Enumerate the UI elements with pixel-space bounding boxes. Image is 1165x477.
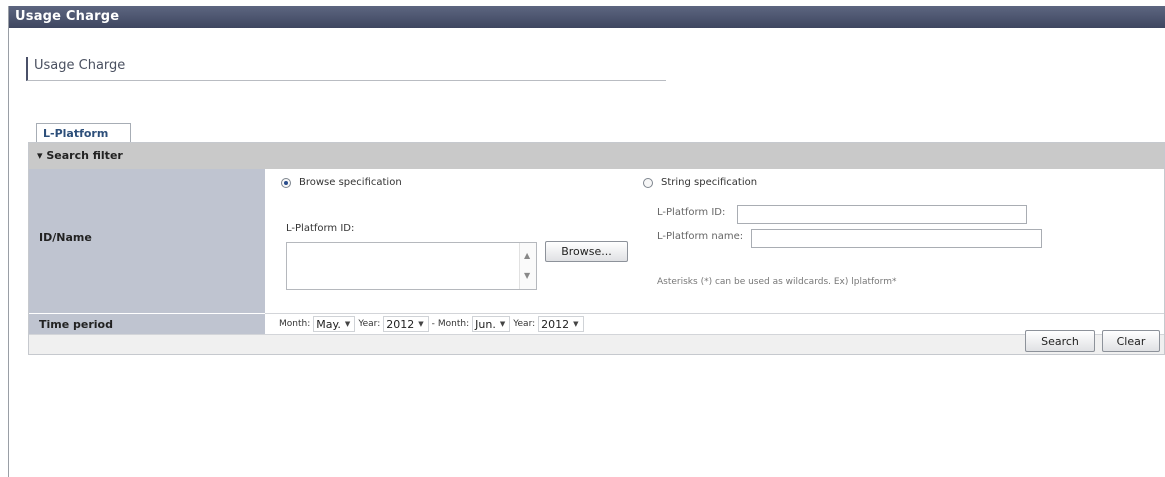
search-button[interactable]: Search	[1025, 330, 1095, 352]
browse-button[interactable]: Browse...	[545, 241, 628, 262]
action-bar: Search Clear	[29, 330, 1164, 354]
browse-spec-label[interactable]: Browse specification	[299, 177, 402, 188]
platform-id-list[interactable]: ▲ ▼	[286, 242, 537, 290]
dropdown-arrow-icon: ▼	[499, 320, 506, 328]
window-title: Usage Charge	[9, 6, 1165, 28]
browse-spec-radio[interactable]	[281, 178, 291, 188]
string-spec-label[interactable]: String specification	[661, 177, 757, 188]
string-platform-id-label: L-Platform ID:	[657, 207, 726, 218]
period-separator: -	[431, 319, 435, 329]
to-year-label: Year:	[513, 319, 536, 329]
search-panel: ▾ Search filter ID/Name Browse specifica…	[28, 142, 1165, 355]
platform-id-list-scrollbar[interactable]: ▲ ▼	[519, 243, 536, 289]
id-name-row-label: ID/Name	[29, 169, 265, 313]
string-platform-name-input[interactable]	[751, 229, 1042, 248]
dropdown-arrow-icon: ▼	[344, 320, 351, 328]
clear-button[interactable]: Clear	[1102, 330, 1160, 352]
search-filter-toggle[interactable]: ▾ Search filter	[29, 143, 1164, 169]
string-platform-name-label: L-Platform name:	[657, 231, 744, 242]
time-period-row-label: Time period	[29, 313, 265, 334]
from-month-select[interactable]: May. ▼	[313, 316, 356, 332]
dropdown-arrow-icon: ▼	[573, 320, 579, 328]
usage-charge-window: Usage Charge Usage Charge L-Platform ▾ S…	[8, 6, 1165, 477]
from-month-value: May.	[316, 317, 341, 331]
to-year-value: 2012	[541, 317, 570, 331]
wildcard-hint: Asterisks (*) can be used as wildcards. …	[657, 277, 897, 287]
string-spec-radio[interactable]	[643, 178, 653, 188]
from-month-label: Month:	[279, 319, 311, 329]
from-year-value: 2012	[386, 317, 415, 331]
tab-l-platform[interactable]: L-Platform	[36, 123, 131, 142]
to-month-select[interactable]: Jun. ▼	[472, 316, 511, 332]
scroll-up-arrow-icon[interactable]: ▲	[524, 251, 530, 260]
dropdown-arrow-icon: ▼	[418, 320, 424, 328]
from-year-select[interactable]: 2012 ▼	[383, 316, 429, 332]
platform-id-label: L-Platform ID:	[286, 223, 355, 234]
id-name-cell: Browse specification L-Platform ID: ▲ ▼ …	[265, 169, 1164, 313]
string-platform-id-input[interactable]	[737, 205, 1027, 224]
to-year-select[interactable]: 2012 ▼	[538, 316, 584, 332]
page-title: Usage Charge	[26, 57, 666, 81]
from-year-label: Year:	[358, 319, 381, 329]
scroll-down-arrow-icon[interactable]: ▼	[524, 271, 530, 280]
to-month-label: Month:	[437, 319, 470, 329]
to-month-value: Jun.	[475, 317, 496, 331]
